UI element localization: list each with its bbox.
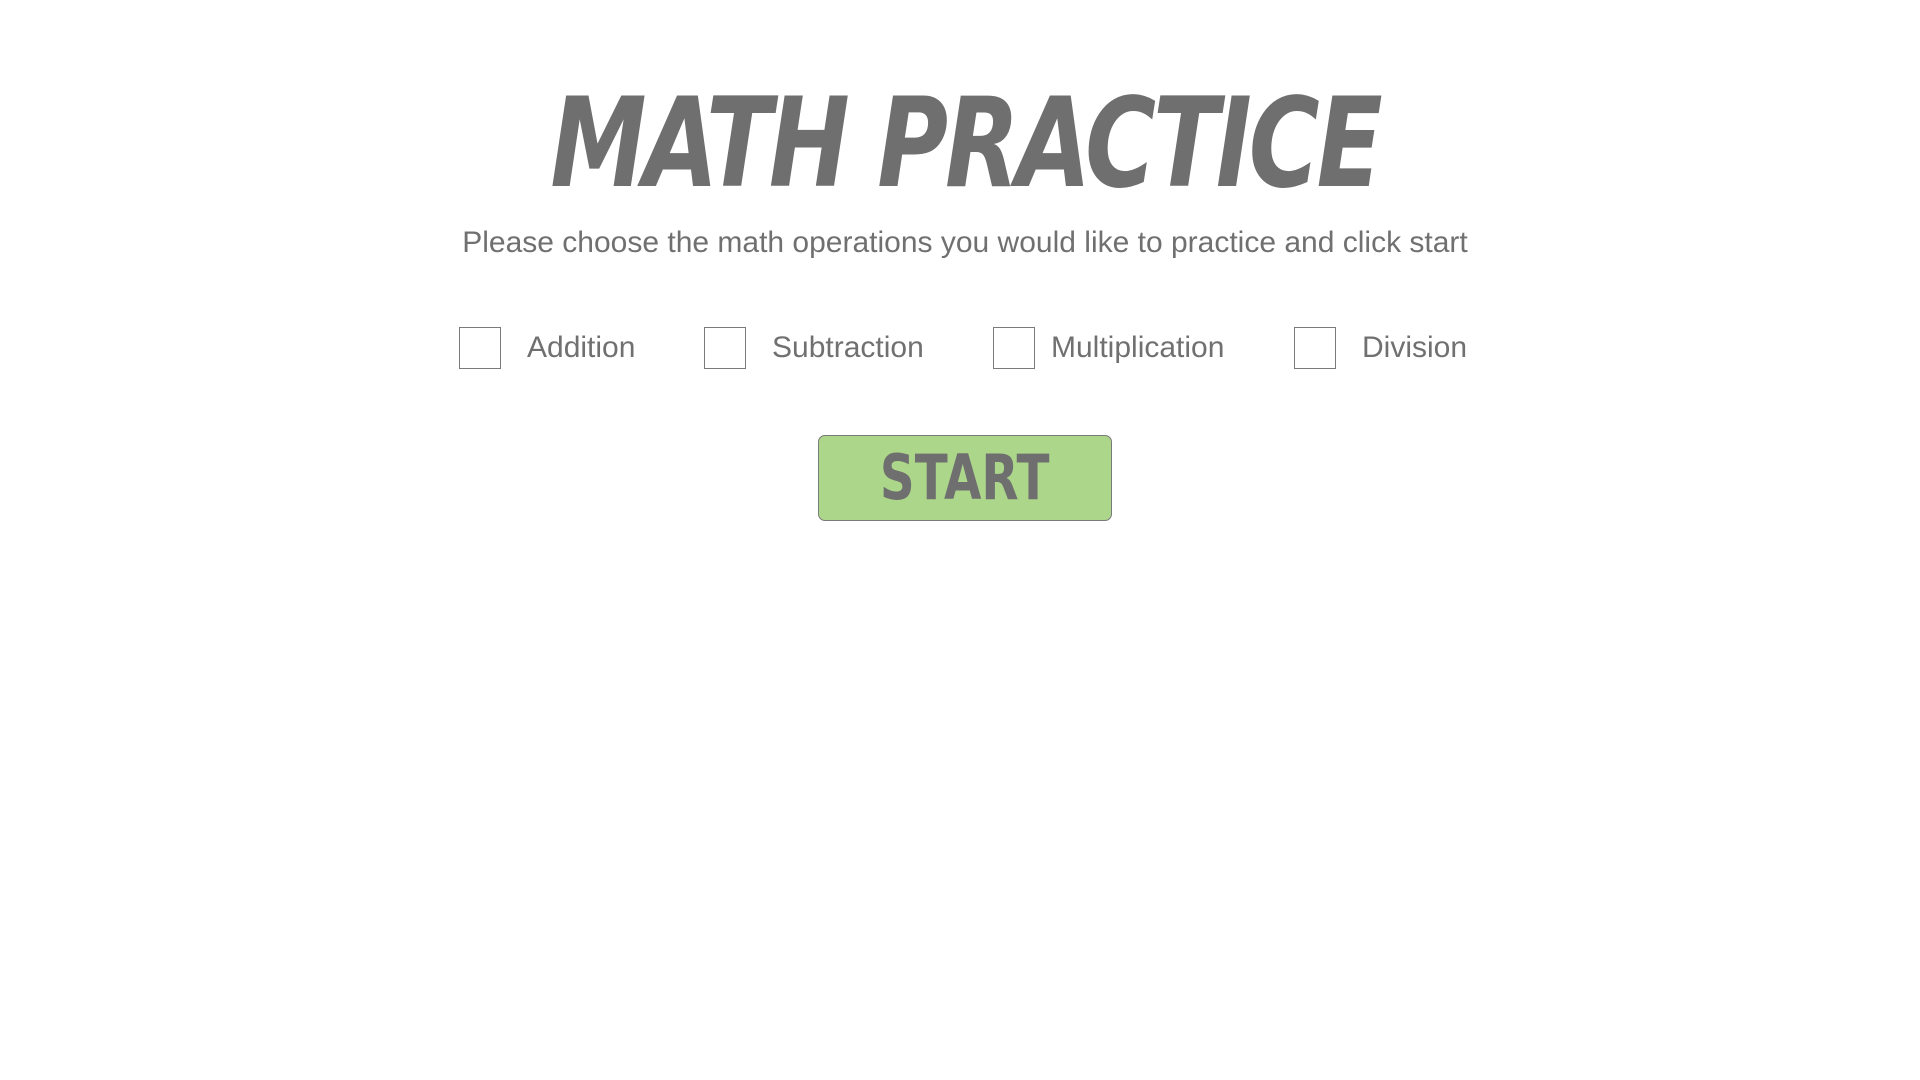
start-button-label: START (880, 441, 1050, 514)
option-subtraction[interactable]: Subtraction (704, 325, 924, 371)
subtraction-checkbox[interactable] (704, 327, 746, 369)
page-title: MATH PRACTICE (550, 72, 1382, 216)
multiplication-label[interactable]: Multiplication (1051, 331, 1224, 365)
option-addition[interactable]: Addition (459, 325, 635, 371)
operation-options: Addition Subtraction Multiplication Divi… (459, 325, 1474, 371)
subtraction-label[interactable]: Subtraction (772, 331, 924, 365)
division-label[interactable]: Division (1362, 331, 1467, 365)
start-button[interactable]: START (818, 435, 1112, 521)
multiplication-checkbox[interactable] (993, 327, 1035, 369)
addition-checkbox[interactable] (459, 327, 501, 369)
division-checkbox[interactable] (1294, 327, 1336, 369)
option-multiplication[interactable]: Multiplication (993, 325, 1224, 371)
instructions-text: Please choose the math operations you wo… (462, 226, 1468, 259)
addition-label[interactable]: Addition (527, 331, 635, 365)
option-division[interactable]: Division (1294, 325, 1467, 371)
